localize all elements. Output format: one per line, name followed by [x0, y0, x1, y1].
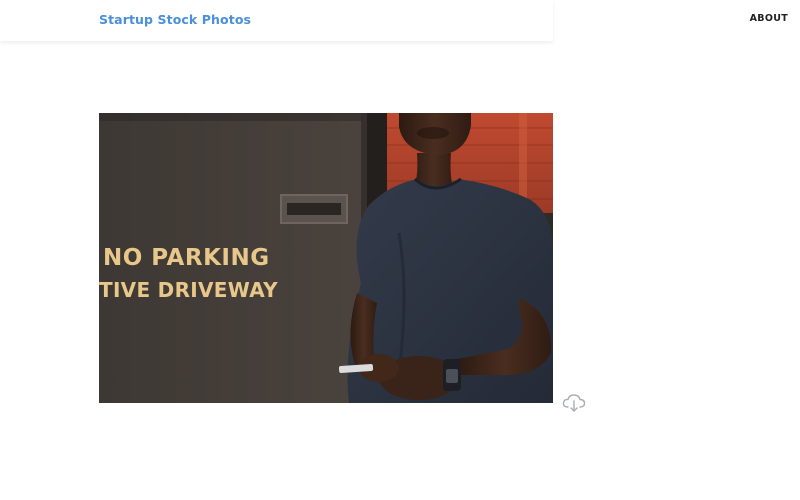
site-header: Startup Stock Photos: [0, 0, 553, 41]
nav-about-link[interactable]: ABOUT: [750, 13, 788, 24]
cloud-download-icon: [562, 394, 586, 412]
site-logo[interactable]: Startup Stock Photos: [99, 12, 251, 27]
download-button[interactable]: [562, 393, 586, 413]
sign-text-line-1: NO PARKING: [103, 245, 270, 271]
page: Startup Stock Photos ABOUT NO PARKING TI…: [0, 0, 800, 500]
featured-photo[interactable]: NO PARKING TIVE DRIVEWAY: [99, 113, 553, 403]
sign-text-line-2: TIVE DRIVEWAY: [99, 278, 278, 302]
